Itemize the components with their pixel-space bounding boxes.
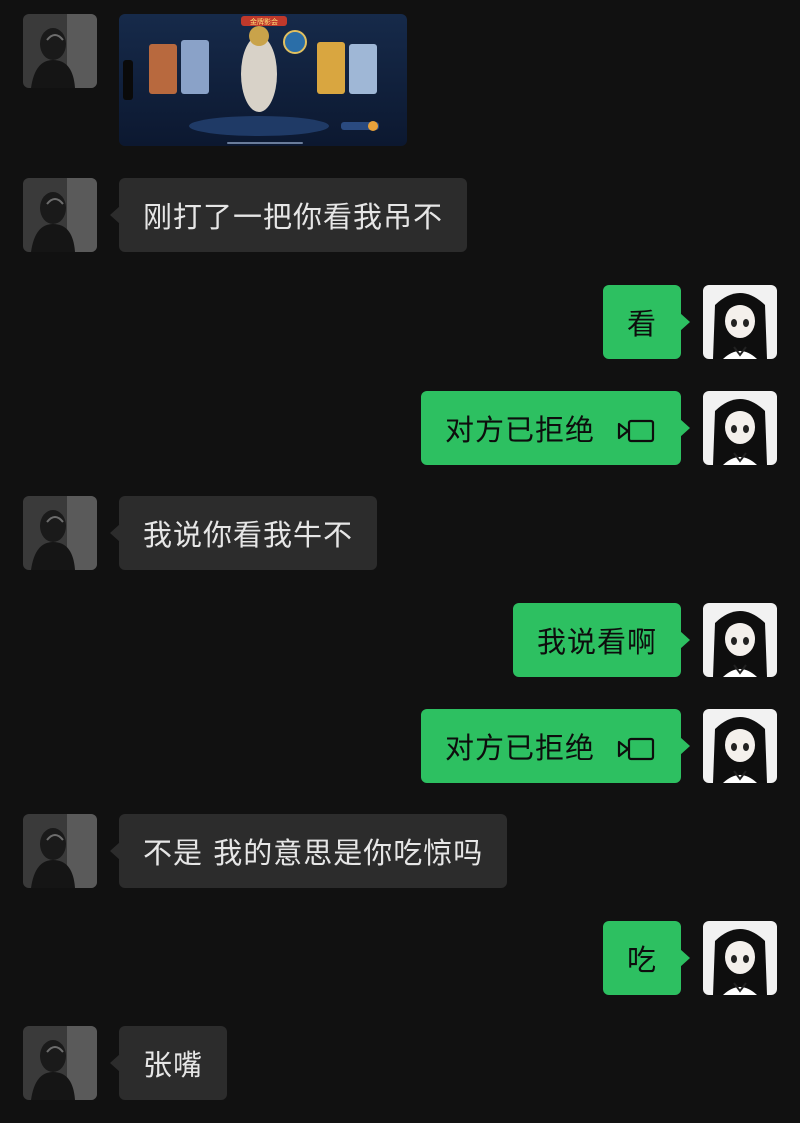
message-text: 张嘴 (143, 1048, 204, 1082)
my-avatar[interactable] (703, 921, 777, 995)
image-message[interactable]: 金牌影会 (119, 14, 407, 146)
incoming-message[interactable]: 刚打了一把你看我吊不 (109, 178, 468, 252)
message-text: 吃 (626, 943, 657, 977)
video-call-icon (617, 416, 657, 443)
outgoing-message[interactable]: 吃 (602, 921, 691, 995)
message-text: 看 (626, 307, 657, 341)
my-avatar[interactable] (703, 391, 777, 465)
incoming-message[interactable]: 张嘴 (109, 1026, 228, 1100)
my-avatar[interactable] (703, 709, 777, 783)
video-call-icon (617, 734, 657, 761)
message-text: 对方已拒绝 (444, 413, 595, 447)
contact-avatar[interactable] (23, 178, 97, 252)
incoming-message[interactable]: 我说你看我牛不 (109, 496, 378, 570)
message-text: 我说你看我牛不 (143, 518, 354, 552)
outgoing-message[interactable]: 我说看啊 (512, 603, 691, 677)
contact-avatar[interactable] (23, 1026, 97, 1100)
outgoing-message[interactable]: 看 (602, 285, 691, 359)
declined-call-message[interactable]: 对方已拒绝 (420, 709, 691, 783)
game-banner-text: 金牌影会 (250, 17, 278, 26)
message-text: 刚打了一把你看我吊不 (143, 200, 444, 234)
my-avatar[interactable] (703, 603, 777, 677)
message-text: 不是 我的意思是你吃惊吗 (143, 836, 484, 870)
message-text: 对方已拒绝 (444, 731, 595, 765)
contact-avatar[interactable] (23, 14, 97, 88)
declined-call-message[interactable]: 对方已拒绝 (420, 391, 691, 465)
my-avatar[interactable] (703, 285, 777, 359)
incoming-message[interactable]: 不是 我的意思是你吃惊吗 (109, 814, 508, 888)
message-text: 我说看啊 (536, 625, 657, 659)
contact-avatar[interactable] (23, 814, 97, 888)
contact-avatar[interactable] (23, 496, 97, 570)
